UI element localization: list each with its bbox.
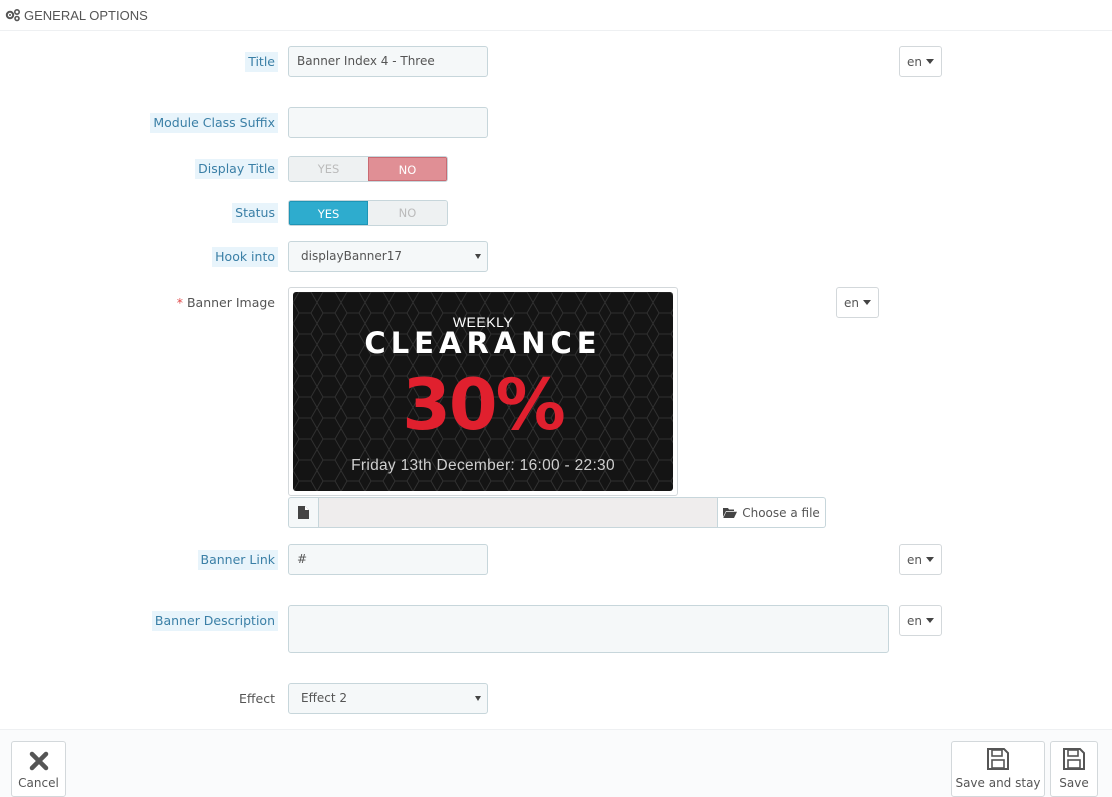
lang-label: en	[907, 613, 922, 628]
banner-link-label: Banner Link	[197, 550, 278, 570]
module-class-suffix-label: Module Class Suffix	[150, 113, 278, 133]
banner-percent-text: 30%	[402, 364, 566, 446]
banner-description-label: Banner Description	[151, 611, 278, 631]
status-label: Status	[232, 203, 278, 223]
caret-down-icon	[926, 59, 934, 64]
banner-image: WEEKLY CLEARANCE 30% Friday 13th Decembe…	[293, 292, 673, 491]
close-icon	[29, 751, 48, 771]
module-class-suffix-input[interactable]	[288, 107, 488, 138]
banner-link-lang-dropdown[interactable]: en	[899, 544, 942, 575]
effect-select[interactable]: Effect 2	[288, 683, 488, 714]
hook-into-value: displayBanner17	[301, 249, 402, 263]
banner-image-label-text: Banner Image	[186, 295, 275, 310]
select-arrow-icon	[475, 254, 481, 259]
effect-label: Effect	[239, 691, 275, 706]
panel-title: GENERAL OPTIONS	[24, 7, 148, 23]
choose-file-label: Choose a file	[742, 505, 820, 520]
floppy-disk-icon	[987, 748, 1009, 770]
banner-image-lang-dropdown[interactable]: en	[836, 287, 879, 318]
display-title-switch[interactable]: YES NO	[288, 156, 448, 182]
banner-image-label: * Banner Image	[174, 293, 278, 313]
choose-file-button[interactable]: Choose a file	[718, 497, 826, 528]
banner-link-input[interactable]: #	[288, 544, 488, 575]
banner-description-textarea[interactable]	[288, 605, 889, 653]
lang-label: en	[907, 552, 922, 567]
cancel-button[interactable]: Cancel	[11, 741, 66, 797]
title-input[interactable]: Banner Index 4 - Three	[288, 46, 488, 77]
hook-into-label: Hook into	[212, 247, 278, 267]
save-button[interactable]: Save	[1050, 741, 1098, 797]
save-label: Save	[1059, 776, 1089, 790]
display-title-label: Display Title	[195, 159, 278, 179]
banner-image-preview: WEEKLY CLEARANCE 30% Friday 13th Decembe…	[288, 287, 678, 496]
display-title-yes[interactable]: YES	[289, 157, 368, 181]
status-yes[interactable]: YES	[289, 201, 369, 225]
panel-heading: GENERAL OPTIONS	[0, 0, 1112, 31]
floppy-disk-icon	[1063, 748, 1085, 770]
status-no[interactable]: NO	[368, 201, 447, 225]
file-icon	[288, 497, 318, 528]
cancel-label: Cancel	[18, 776, 59, 790]
caret-down-icon	[926, 557, 934, 562]
banner-description-lang-dropdown[interactable]: en	[899, 605, 942, 636]
gears-icon	[5, 8, 21, 22]
save-and-stay-button[interactable]: Save and stay	[951, 741, 1045, 797]
banner-date-text: Friday 13th December: 16:00 - 22:30	[351, 457, 615, 474]
save-and-stay-label: Save and stay	[955, 776, 1041, 790]
file-name-field[interactable]	[318, 497, 718, 528]
hook-into-select[interactable]: displayBanner17	[288, 241, 488, 272]
effect-value: Effect 2	[301, 691, 347, 705]
display-title-no[interactable]: NO	[367, 157, 447, 181]
select-arrow-icon	[475, 696, 481, 701]
title-label: Title	[245, 52, 278, 72]
file-upload-group: Choose a file	[288, 497, 826, 528]
status-switch[interactable]: YES NO	[288, 200, 448, 226]
caret-down-icon	[863, 300, 871, 305]
banner-clearance-text: CLEARANCE	[364, 326, 602, 360]
title-lang-dropdown[interactable]: en	[899, 46, 942, 77]
lang-label: en	[844, 295, 859, 310]
form-footer: Cancel Save and stay Save	[0, 729, 1112, 797]
caret-down-icon	[926, 618, 934, 623]
required-mark: *	[176, 295, 183, 310]
folder-open-icon	[723, 508, 738, 518]
lang-label: en	[907, 54, 922, 69]
